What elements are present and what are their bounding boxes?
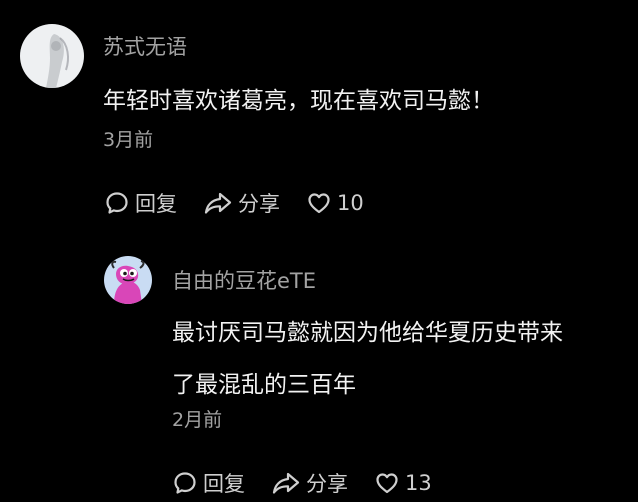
reply-actions: 回复 分享 13 xyxy=(172,469,458,497)
user-avatar-image xyxy=(20,24,84,88)
heart-outline-icon xyxy=(374,470,400,496)
comment-actions: 回复 分享 10 xyxy=(104,189,390,217)
reply-button[interactable]: 回复 xyxy=(104,188,177,218)
reply-username[interactable]: 自由的豆花eTE xyxy=(172,271,316,292)
comment-bubble-icon xyxy=(104,190,130,216)
like-button[interactable]: 10 xyxy=(306,190,364,216)
reply-reply-button[interactable]: 回复 xyxy=(172,468,245,498)
reply-user-avatar-image xyxy=(104,256,152,304)
reply-like-count: 13 xyxy=(405,471,432,495)
like-count: 10 xyxy=(337,191,364,215)
reply-like-button[interactable]: 13 xyxy=(374,470,432,496)
reply-avatar[interactable] xyxy=(104,256,152,304)
heart-outline-icon xyxy=(306,190,332,216)
reply-text-line-2: 了最混乱的三百年 xyxy=(172,372,356,398)
reply-share-label: 分享 xyxy=(306,472,348,496)
share-arrow-icon xyxy=(271,470,301,496)
comment-text: 年轻时喜欢诸葛亮，现在喜欢司马懿！ xyxy=(103,88,494,114)
avatar[interactable] xyxy=(20,24,84,88)
reply-reply-label: 回复 xyxy=(203,472,245,496)
reply-share-button[interactable]: 分享 xyxy=(271,468,348,498)
reply-text: 最讨厌司马懿就因为他给华夏历史带来 了最混乱的三百年 xyxy=(172,307,563,411)
comment-timestamp: 3月前 xyxy=(103,129,154,151)
comment-username[interactable]: 苏式无语 xyxy=(103,37,187,58)
reply-timestamp: 2月前 xyxy=(172,409,223,431)
reply-text-line-1: 最讨厌司马懿就因为他给华夏历史带来 xyxy=(172,320,563,346)
reply-label: 回复 xyxy=(135,192,177,216)
share-button[interactable]: 分享 xyxy=(203,188,280,218)
comment-bubble-icon xyxy=(172,470,198,496)
share-arrow-icon xyxy=(203,190,233,216)
share-label: 分享 xyxy=(238,192,280,216)
